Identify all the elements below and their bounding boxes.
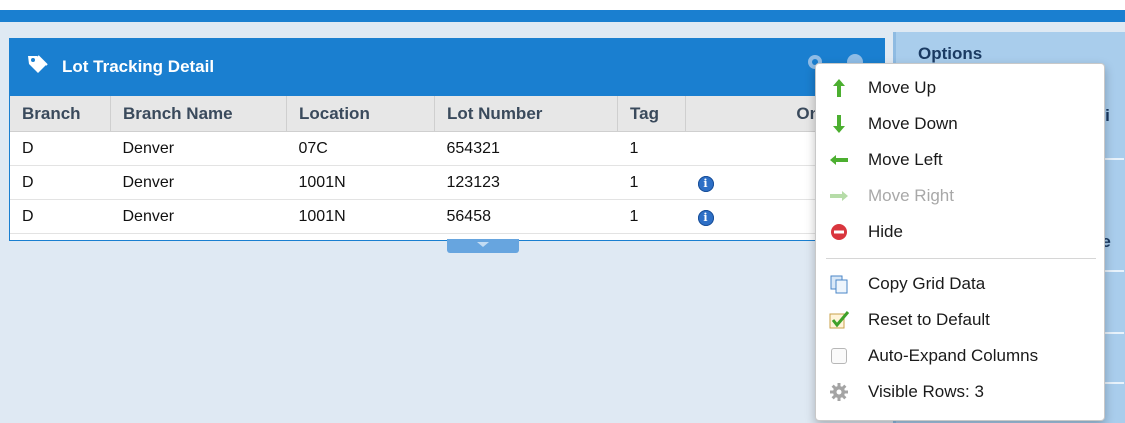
menu-item-label: Hide (868, 222, 903, 241)
lot-tracking-panel: Lot Tracking Detail Branch Branch Name L… (9, 38, 885, 241)
hide-red-icon (831, 224, 847, 240)
cell-location: 1001N (286, 199, 435, 234)
menu-item-auto-expand-columns[interactable]: Auto-Expand Columns (816, 338, 1104, 374)
cell-lot-number: 654321 (434, 131, 618, 166)
chevron-down-icon (477, 242, 489, 247)
table-row[interactable]: D Denver 1001N 56458 1 i (10, 199, 884, 234)
column-header-branch-name[interactable]: Branch Name (110, 96, 287, 132)
cell-branch-name: Denver (110, 165, 287, 200)
menu-item-label: Reset to Default (868, 310, 990, 329)
menu-item-move-left[interactable]: Move Left (816, 142, 1104, 178)
top-accent-stripe (0, 10, 1125, 22)
cell-branch-name: Denver (110, 199, 287, 234)
arrow-up-green-icon (833, 79, 845, 97)
cell-tag: 1 (617, 199, 686, 234)
gear-icon (830, 383, 848, 401)
copy-icon (830, 275, 848, 294)
menu-item-reset-to-default[interactable]: Reset to Default (816, 302, 1104, 338)
arrow-down-green-icon (833, 115, 845, 133)
tag-icon (28, 55, 48, 73)
cell-tag: 1 (617, 165, 686, 200)
column-header-tag[interactable]: Tag (617, 96, 686, 132)
menu-item-move-up[interactable]: Move Up (816, 70, 1104, 106)
menu-item-label: Move Right (868, 186, 954, 205)
menu-item-hide[interactable]: Hide (816, 214, 1104, 250)
column-header-lot-number[interactable]: Lot Number (434, 96, 618, 132)
cell-lot-number: 56458 (434, 199, 618, 234)
cell-location: 1001N (286, 165, 435, 200)
menu-item-visible-rows[interactable]: Visible Rows: 3 (816, 374, 1104, 410)
cell-branch-name: Denver (110, 131, 287, 166)
menu-item-label: Move Up (868, 78, 937, 97)
grid-expand-handle[interactable] (447, 239, 519, 253)
cell-branch: D (10, 131, 111, 166)
menu-item-label: Copy Grid Data (868, 274, 986, 293)
table-row[interactable]: D Denver 07C 654321 1 (10, 131, 884, 166)
menu-item-label: Move Left (868, 150, 943, 169)
checkbox-icon[interactable] (828, 345, 850, 367)
info-icon[interactable]: i (697, 175, 714, 192)
top-bar (0, 0, 1125, 22)
menu-item-label: Visible Rows: 3 (868, 382, 984, 401)
checkbox-box (831, 348, 847, 364)
column-context-menu: Move Up Move Down Move Left Move Right H… (815, 63, 1105, 421)
cell-branch: D (10, 199, 111, 234)
menu-item-label: Auto-Expand Columns (868, 346, 1039, 365)
column-header-location[interactable]: Location (286, 96, 435, 132)
menu-item-label: Move Down (868, 114, 958, 133)
checkmark-icon (829, 311, 850, 329)
cell-lot-number: 123123 (434, 165, 618, 200)
column-header-branch[interactable]: Branch (10, 96, 111, 132)
panel-title: Lot Tracking Detail (62, 57, 215, 76)
menu-item-move-down[interactable]: Move Down (816, 106, 1104, 142)
cell-branch: D (10, 165, 111, 200)
cell-tag: 1 (617, 131, 686, 166)
menu-item-move-right[interactable]: Move Right (816, 178, 1104, 214)
table-row[interactable]: D Denver 1001N 123123 1 i (10, 165, 884, 200)
lot-tracking-grid: Branch Branch Name Location Lot Number T… (10, 96, 884, 234)
arrow-left-green-icon (830, 155, 848, 165)
panel-title-bar: Lot Tracking Detail (10, 39, 884, 96)
options-header: Options (918, 44, 983, 63)
arrow-right-green-icon (830, 191, 848, 201)
menu-item-copy-grid-data[interactable]: Copy Grid Data (816, 266, 1104, 302)
grid-header-row: Branch Branch Name Location Lot Number T… (10, 96, 884, 132)
info-icon[interactable]: i (697, 209, 714, 226)
menu-separator (826, 258, 1096, 259)
cell-location: 07C (286, 131, 435, 166)
